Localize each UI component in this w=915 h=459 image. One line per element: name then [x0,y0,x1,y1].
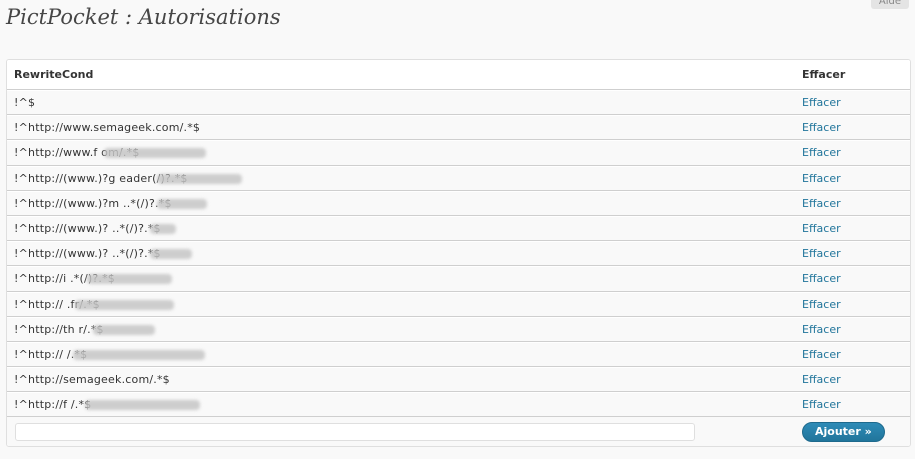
delete-link[interactable]: Effacer [794,373,910,386]
table-row: !^http:// .fr/.*$ Effacer [7,291,910,317]
delete-link[interactable]: Effacer [794,121,910,134]
redacted-blur [157,173,242,184]
redacted-blur [150,224,176,235]
delete-link[interactable]: Effacer [794,96,910,109]
delete-link[interactable]: Effacer [794,272,910,285]
delete-link[interactable]: Effacer [794,323,910,336]
rewrite-cond-value: !^http://(www.)? ..*(/)?.*$ [14,247,161,261]
help-tab[interactable]: Aide [870,0,909,9]
delete-link[interactable]: Effacer [794,172,910,185]
rewrite-cond-value: !^http://th r/.*$ [14,322,104,336]
redacted-blur [150,249,192,260]
rewrite-cond-value: !^http://semageek.com/.*$ [14,373,170,387]
table-row: !^http://(www.)?g eader(/)?.*$ Effacer [7,165,910,191]
add-row: Ajouter » [7,417,910,447]
delete-column-header: Effacer [802,68,846,81]
table-row: !^http://i .*(/)?.*$ Effacer [7,266,910,292]
table-row: !^http://(www.)? ..*(/)?.*$ Effacer [7,215,910,242]
redacted-blur [75,299,174,310]
table-row: !^http://www.f om/.*$ Effacer [7,140,910,166]
table-row: !^http://f /.*$ Effacer [7,392,910,418]
redacted-blur [85,400,200,411]
table-row: !^http://th r/.*$ Effacer [7,316,910,342]
table-row: !^http://semageek.com/.*$ Effacer [7,367,910,393]
rewrite-cond-value: !^http://(www.)?m ..*(/)?.*$ [14,196,172,210]
rewrite-cond-value: !^http://(www.)? ..*(/)?.*$ [14,222,161,236]
page-title: PictPocket : Autorisations [6,5,281,29]
rewrite-cond-column-header: RewriteCond [14,68,94,81]
delete-link[interactable]: Effacer [794,146,910,159]
delete-link[interactable]: Effacer [794,222,910,235]
rewrite-cond-table: RewriteCond Effacer !^$ Effacer !^http:/… [6,59,911,448]
redacted-blur [104,148,206,159]
delete-link[interactable]: Effacer [794,298,910,311]
redacted-blur [93,324,155,335]
table-row: !^http://(www.)? ..*(/)?.*$ Effacer [7,241,910,267]
redacted-blur [157,198,207,209]
table-row: !^http://(www.)?m ..*(/)?.*$ Effacer [7,190,910,216]
redacted-blur [87,274,172,285]
delete-link[interactable]: Effacer [794,398,910,411]
rewrite-cond-value: !^$ [14,96,36,110]
table-row: !^$ Effacer [7,90,910,116]
delete-link[interactable]: Effacer [794,197,910,210]
delete-link[interactable]: Effacer [794,348,910,361]
add-button[interactable]: Ajouter » [802,421,885,442]
redacted-blur [73,349,205,360]
rewrite-cond-value: !^http://f /.*$ [14,398,92,412]
table-header: RewriteCond Effacer [7,60,910,90]
table-row: !^http:// /.*$ Effacer [7,341,910,368]
new-rewrite-cond-input[interactable] [15,422,695,441]
table-row: !^http://www.semageek.com/.*$ Effacer [7,115,910,141]
delete-link[interactable]: Effacer [794,247,910,260]
rewrite-cond-value: !^http://www.semageek.com/.*$ [14,121,201,135]
